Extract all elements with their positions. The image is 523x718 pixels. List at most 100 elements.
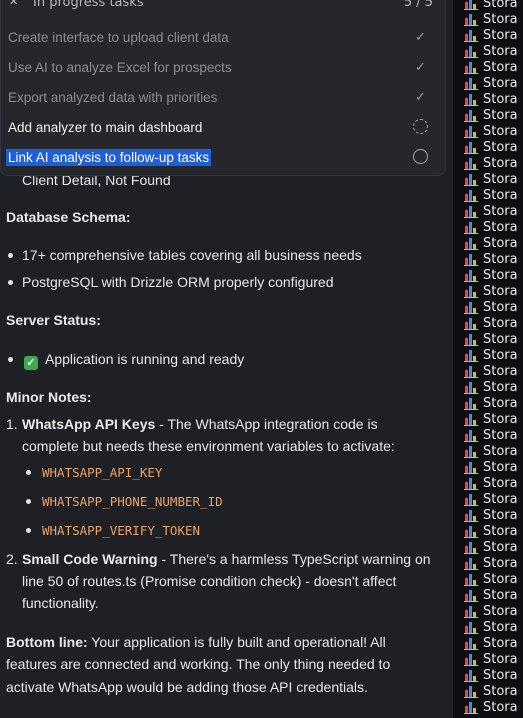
file-item[interactable]: Stora: [464, 107, 518, 123]
file-item[interactable]: Stora: [464, 651, 518, 667]
file-item[interactable]: Stora: [464, 555, 518, 571]
bar-chart-icon: [464, 524, 478, 538]
bar-chart-icon: [464, 220, 478, 234]
collapse-icon[interactable]: ✕: [9, 0, 18, 8]
file-item[interactable]: Stora: [464, 299, 518, 315]
file-item-label: Stora: [483, 0, 518, 11]
file-item[interactable]: Stora: [464, 235, 518, 251]
bar-chart-icon: [464, 92, 478, 106]
file-item[interactable]: Stora: [464, 283, 518, 299]
file-item[interactable]: Stora: [464, 587, 518, 603]
file-item[interactable]: Stora: [464, 619, 518, 635]
file-item[interactable]: Stora: [464, 411, 518, 427]
file-item-label: Stora: [483, 219, 518, 235]
file-item[interactable]: Stora: [464, 395, 518, 411]
tasks-header[interactable]: ✕ In progress tasks 5 / 5: [7, 0, 437, 11]
file-item[interactable]: Stora: [464, 347, 518, 363]
file-item[interactable]: Stora: [464, 331, 518, 347]
bar-chart-icon: [464, 60, 478, 74]
task-item[interactable]: Create interface to upload client data ✓: [8, 26, 436, 48]
file-item[interactable]: Stora: [464, 139, 518, 155]
file-item-label: Stora: [483, 651, 518, 667]
file-item-label: Stora: [483, 475, 518, 491]
bar-chart-icon: [464, 492, 478, 506]
bar-chart-icon: [464, 252, 478, 266]
bar-chart-icon: [464, 444, 478, 458]
file-item[interactable]: Stora: [464, 75, 518, 91]
file-item[interactable]: Stora: [464, 507, 518, 523]
file-item[interactable]: Stora: [464, 123, 518, 139]
checkmark-icon: ✓: [415, 89, 426, 104]
file-item[interactable]: Stora: [464, 443, 518, 459]
task-item[interactable]: Use AI to analyze Excel for prospects ✓: [8, 56, 436, 78]
task-item[interactable]: Link AI analysis to follow-up tasks: [6, 146, 436, 168]
bar-chart-icon: [464, 604, 478, 618]
file-item[interactable]: Stora: [464, 11, 518, 27]
file-item[interactable]: Stora: [464, 155, 518, 171]
file-item[interactable]: Stora: [464, 699, 518, 715]
file-item-label: Stora: [483, 603, 518, 619]
file-item-label: Stora: [483, 315, 518, 331]
bar-chart-icon: [464, 268, 478, 282]
file-item[interactable]: Stora: [464, 251, 518, 267]
bullet: [8, 253, 13, 258]
file-item-label: Stora: [483, 123, 518, 139]
task-label: Create interface to upload client data: [8, 29, 229, 45]
file-item[interactable]: Stora: [464, 59, 518, 75]
task-label: Add analyzer to main dashboard: [8, 119, 203, 135]
file-item[interactable]: Stora: [464, 475, 518, 491]
note-1-line-1: WhatsApp API Keys - The WhatsApp integra…: [22, 416, 378, 432]
file-item-label: Stora: [483, 539, 518, 555]
file-item[interactable]: Stora: [464, 43, 518, 59]
bar-chart-icon: [464, 364, 478, 378]
note-2-number: 2.: [6, 551, 18, 567]
file-item[interactable]: Stora: [464, 187, 518, 203]
bar-chart-icon: [464, 76, 478, 90]
file-item[interactable]: Stora: [464, 491, 518, 507]
file-item[interactable]: Stora: [464, 459, 518, 475]
file-item[interactable]: Stora: [464, 267, 518, 283]
bar-chart-icon: [464, 588, 478, 602]
task-item[interactable]: Export analyzed data with priorities ✓: [8, 86, 436, 108]
file-item[interactable]: Stora: [464, 427, 518, 443]
file-item[interactable]: Stora: [464, 571, 518, 587]
file-item-label: Stora: [483, 59, 518, 75]
file-item[interactable]: Stora: [464, 27, 518, 43]
checkmark-icon: ✓: [415, 29, 426, 44]
file-item-label: Stora: [483, 155, 518, 171]
file-item[interactable]: Stora: [464, 635, 518, 651]
file-item[interactable]: Stora: [464, 539, 518, 555]
bar-chart-icon: [464, 0, 478, 10]
file-item[interactable]: Stora: [464, 379, 518, 395]
file-item[interactable]: Stora: [464, 203, 518, 219]
bar-chart-icon: [464, 348, 478, 362]
bar-chart-icon: [464, 284, 478, 298]
bar-chart-icon: [464, 108, 478, 122]
bar-chart-icon: [464, 556, 478, 570]
chat-panel: Client Detail, Not Found Database Schema…: [0, 0, 452, 718]
file-item[interactable]: Stora: [464, 315, 518, 331]
file-item[interactable]: Stora: [464, 91, 518, 107]
file-item[interactable]: Stora: [464, 667, 518, 683]
file-item-label: Stora: [483, 267, 518, 283]
file-item[interactable]: Stora: [464, 603, 518, 619]
bar-chart-icon: [464, 188, 478, 202]
file-item[interactable]: Stora: [464, 219, 518, 235]
file-item-label: Stora: [483, 299, 518, 315]
file-item[interactable]: Stora: [464, 523, 518, 539]
file-item-label: Stora: [483, 251, 518, 267]
task-item[interactable]: Add analyzer to main dashboard: [8, 116, 436, 138]
bar-chart-icon: [464, 636, 478, 650]
file-item[interactable]: Stora: [464, 683, 518, 699]
bar-chart-icon: [464, 380, 478, 394]
bar-chart-icon: [464, 572, 478, 586]
file-item-label: Stora: [483, 11, 518, 27]
file-item[interactable]: Stora: [464, 363, 518, 379]
file-item-label: Stora: [483, 635, 518, 651]
checkmark-icon: ✓: [415, 59, 426, 74]
db-item-2: PostgreSQL with Drizzle ORM properly con…: [22, 274, 334, 290]
file-item-label: Stora: [483, 91, 518, 107]
file-item[interactable]: Stora: [464, 0, 518, 11]
file-item[interactable]: Stora: [464, 171, 518, 187]
bar-chart-icon: [464, 428, 478, 442]
